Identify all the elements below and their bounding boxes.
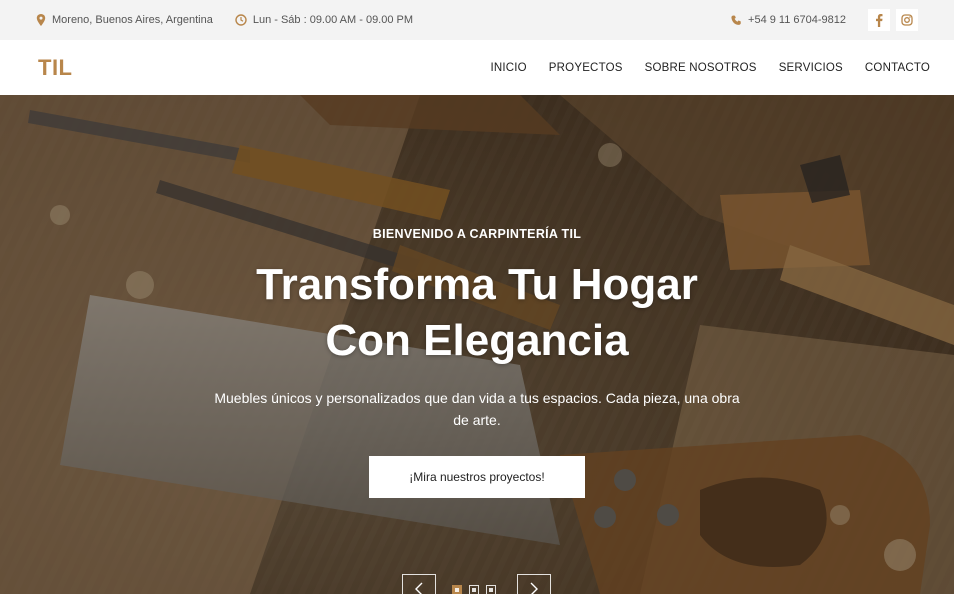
hero-subtitle: Muebles únicos y personalizados que dan … <box>214 390 740 428</box>
hero-headline: Transforma Tu Hogar Con Elegancia <box>0 257 954 369</box>
top-info-left: Moreno, Buenos Aires, Argentina Lun - Sá… <box>36 14 435 26</box>
phone-icon <box>731 15 741 25</box>
slider-dot-3[interactable] <box>486 585 496 594</box>
site-logo[interactable]: TIL <box>38 55 73 81</box>
slider-next-button[interactable] <box>517 574 551 594</box>
slider-dot-2[interactable] <box>469 585 479 594</box>
nav-item-contacto[interactable]: CONTACTO <box>865 62 930 74</box>
hero-headline-line2: Con Elegancia <box>325 316 629 365</box>
hero-content: BIENVENIDO A CARPINTERÍA TIL Transforma … <box>0 95 954 594</box>
top-info-bar: Moreno, Buenos Aires, Argentina Lun - Sá… <box>0 0 954 40</box>
location-info: Moreno, Buenos Aires, Argentina <box>36 14 213 26</box>
nav-item-servicios[interactable]: SERVICIOS <box>779 62 843 74</box>
slider-dot-1[interactable] <box>452 585 462 594</box>
hours-info: Lun - Sáb : 09.00 AM - 09.00 PM <box>235 14 413 26</box>
facebook-link[interactable] <box>868 9 890 31</box>
location-text: Moreno, Buenos Aires, Argentina <box>52 14 213 26</box>
facebook-icon <box>876 13 883 27</box>
location-pin-icon <box>36 14 46 26</box>
instagram-icon <box>901 14 913 26</box>
phone-info[interactable]: +54 9 11 6704-9812 <box>731 14 846 26</box>
chevron-left-icon <box>415 582 423 594</box>
hero-slider: BIENVENIDO A CARPINTERÍA TIL Transforma … <box>0 95 954 594</box>
hours-text: Lun - Sáb : 09.00 AM - 09.00 PM <box>252 14 414 26</box>
nav-item-sobre-nosotros[interactable]: SOBRE NOSOTROS <box>645 62 757 74</box>
chevron-right-icon <box>530 582 538 594</box>
slider-dots <box>452 585 503 594</box>
instagram-link[interactable] <box>896 9 918 31</box>
top-info-right: +54 9 11 6704-9812 <box>731 9 918 31</box>
main-menu: INICIO PROYECTOS SOBRE NOSOTROS SERVICIO… <box>468 62 930 74</box>
slider-prev-button[interactable] <box>402 574 436 594</box>
view-projects-button[interactable]: ¡Mira nuestros proyectos! <box>369 456 585 498</box>
hero-welcome: BIENVENIDO A CARPINTERÍA TIL <box>372 227 582 241</box>
clock-icon <box>235 14 247 26</box>
phone-text: +54 9 11 6704-9812 <box>748 14 846 26</box>
main-navbar: TIL INICIO PROYECTOS SOBRE NOSOTROS SERV… <box>0 40 954 95</box>
hero-headline-line1: Transforma Tu Hogar <box>256 260 698 309</box>
nav-item-inicio[interactable]: INICIO <box>490 62 526 74</box>
nav-item-proyectos[interactable]: PROYECTOS <box>549 62 623 74</box>
